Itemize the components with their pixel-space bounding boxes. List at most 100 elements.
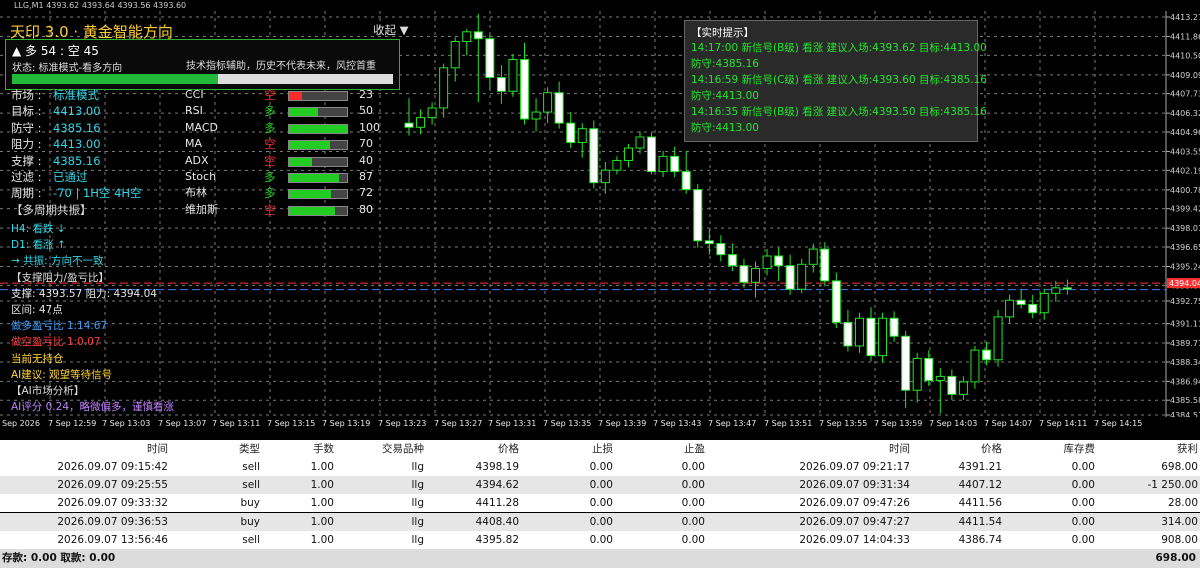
info-label: 支撑 : bbox=[11, 153, 42, 168]
column-header[interactable]: 时间 bbox=[889, 440, 910, 458]
candle-body-bull bbox=[462, 31, 472, 42]
table-cell: 4394.62 bbox=[475, 479, 519, 492]
column-header[interactable]: 价格 bbox=[981, 440, 1002, 458]
price-tick-label: 4407.73 bbox=[1170, 90, 1200, 99]
indicator-strength-bar bbox=[288, 123, 348, 134]
candle-body-bear bbox=[866, 317, 876, 357]
column-header[interactable]: 库存费 bbox=[1064, 440, 1096, 458]
candle-body-bear bbox=[670, 155, 680, 173]
table-cell: llg bbox=[411, 479, 425, 492]
column-header[interactable]: 止损 bbox=[592, 440, 613, 458]
info-value: 标准模式 bbox=[53, 88, 99, 102]
column-header[interactable]: 获利 bbox=[1177, 440, 1198, 458]
indicator-value: 80 bbox=[359, 202, 373, 216]
indicator-strength-bar bbox=[288, 140, 348, 151]
table-cell: 2026.09.07 09:47:26 bbox=[799, 497, 910, 510]
table-cell: 0.00 bbox=[1071, 515, 1095, 528]
price-tick-label: 4395.24 bbox=[1170, 263, 1200, 272]
candle-body-bull bbox=[577, 128, 587, 144]
column-header[interactable]: 止盈 bbox=[684, 440, 705, 458]
price-tick-label: 4403.55 bbox=[1170, 148, 1200, 157]
indicator-strength-bar bbox=[288, 189, 348, 200]
table-cell: buy bbox=[240, 515, 260, 528]
table-cell: 0.00 bbox=[681, 479, 705, 492]
table-cell: 4407.12 bbox=[958, 479, 1002, 492]
table-cell: 2026.09.07 09:47:27 bbox=[799, 515, 910, 528]
price-tick-label: 4391.11 bbox=[1170, 320, 1200, 329]
indicator-name: MA bbox=[185, 137, 203, 151]
table-row[interactable]: 2026.09.07 13:56:46 sell 1.00 llg 4395.82 0.0… bbox=[0, 530, 1200, 549]
column-header[interactable]: 价格 bbox=[498, 440, 519, 458]
price-tick-label: 4392.75 bbox=[1170, 297, 1200, 306]
candle-body-bull bbox=[808, 248, 818, 265]
time-tick-label: Sep 2026 bbox=[2, 419, 40, 428]
candle-body-bull bbox=[600, 169, 610, 184]
price-tick-label: 4386.94 bbox=[1170, 377, 1200, 386]
candle-body-bull bbox=[970, 349, 980, 383]
table-row[interactable]: 2026.09.07 09:25:55 sell 1.00 llg 4394.62 0.0… bbox=[0, 476, 1200, 495]
candle-body-bull bbox=[912, 357, 922, 391]
table-cell: 2026.09.07 09:21:17 bbox=[799, 461, 910, 473]
table-cell: 0.00 bbox=[589, 497, 613, 510]
ai-advice: AI建议: 观望等待信号 bbox=[11, 368, 113, 381]
indicator-direction: 空 bbox=[264, 88, 276, 102]
candle-body-bull bbox=[416, 117, 426, 128]
table-cell: sell bbox=[242, 461, 260, 473]
candle-body-bull bbox=[958, 381, 968, 395]
column-header[interactable]: 交易品种 bbox=[382, 440, 424, 458]
table-cell: 0.00 bbox=[1071, 533, 1095, 546]
price-tick-label: 4399.42 bbox=[1170, 205, 1200, 214]
candle-body-bull bbox=[1005, 299, 1015, 318]
column-header[interactable]: 时间 bbox=[147, 440, 168, 458]
table-cell: 4411.54 bbox=[958, 515, 1002, 528]
time-tick-label: 7 Sep 13:59 bbox=[874, 419, 923, 428]
candle-body-bear bbox=[739, 265, 749, 283]
indicator-panel: 市场 : 标准模式 CCI 空 23 目标 : 4413.00 RSI 多 50 防守 : 43… bbox=[5, 22, 400, 417]
column-header[interactable]: 类型 bbox=[239, 440, 260, 458]
column-header[interactable]: 手数 bbox=[313, 440, 334, 458]
candle-body-bear bbox=[843, 321, 853, 347]
candle-body-bear bbox=[496, 76, 506, 92]
info-value: 4413.00 bbox=[53, 104, 101, 119]
candle-body-bull bbox=[439, 67, 449, 109]
realtime-alert-box: 【实时提示】 14:17:00 新信号(B级) 看涨 建议入场:4393.62 … bbox=[684, 20, 987, 142]
current-price-label: 4394.04 bbox=[1169, 279, 1200, 288]
table-cell: 1.00 bbox=[310, 497, 334, 510]
section-title: 【AI市场分析】 bbox=[11, 385, 85, 397]
table-cell: 1.00 bbox=[310, 515, 334, 528]
table-cell: 2026.09.07 09:15:42 bbox=[57, 461, 168, 473]
info-label: 阻力 : bbox=[11, 137, 42, 152]
table-cell: 1.00 bbox=[310, 461, 334, 473]
table-cell: 0.00 bbox=[589, 479, 613, 492]
table-cell: llg bbox=[411, 515, 425, 528]
candle-body-bull bbox=[878, 317, 888, 357]
candle-body-bear bbox=[1016, 299, 1026, 305]
candle-body-bear bbox=[704, 240, 714, 245]
table-cell: 0.00 bbox=[1071, 497, 1095, 510]
table-row[interactable]: 2026.09.07 09:36:53 buy 1.00 llg 4408.40 0.00… bbox=[0, 512, 1200, 531]
section-title: 【支撑阻力/盈亏比】 bbox=[11, 271, 110, 284]
table-cell: sell bbox=[242, 479, 260, 492]
table-row[interactable]: 2026.09.07 09:15:42 sell 1.00 llg 4398.19 0.0… bbox=[0, 458, 1200, 476]
table-cell: 2026.09.07 09:25:55 bbox=[57, 479, 168, 492]
indicator-direction: 多 bbox=[264, 170, 276, 184]
table-row[interactable]: 2026.09.07 09:33:32 buy 1.00 llg 4411.28 0.00… bbox=[0, 494, 1200, 513]
indicator-name: 维加斯 bbox=[185, 202, 218, 216]
table-cell: 0.00 bbox=[1071, 461, 1095, 473]
info-label: 过滤 : bbox=[11, 170, 42, 184]
time-tick-label: 7 Sep 12:59 bbox=[48, 419, 97, 428]
info-value: -70 | 1H空 4H空 bbox=[53, 186, 142, 201]
indicator-value: 70 bbox=[359, 137, 373, 151]
price-tick-label: 4398.01 bbox=[1170, 224, 1200, 233]
candle-body-bear bbox=[681, 171, 691, 191]
table-cell: llg bbox=[411, 461, 425, 473]
table-cell: -1 250.00 bbox=[1147, 479, 1198, 492]
candle-body-bear bbox=[693, 189, 703, 242]
table-cell: 2026.09.07 13:56:46 bbox=[57, 533, 168, 546]
time-tick-label: 7 Sep 13:51 bbox=[764, 419, 813, 428]
info-row: 支撑 : 4385.16 ADX 空 40 bbox=[5, 153, 400, 169]
info-value: 4385.16 bbox=[53, 120, 101, 135]
table-cell: 314.00 bbox=[1161, 515, 1198, 528]
indicator-strength-bar bbox=[288, 156, 348, 167]
table-cell: 4395.82 bbox=[475, 533, 519, 546]
